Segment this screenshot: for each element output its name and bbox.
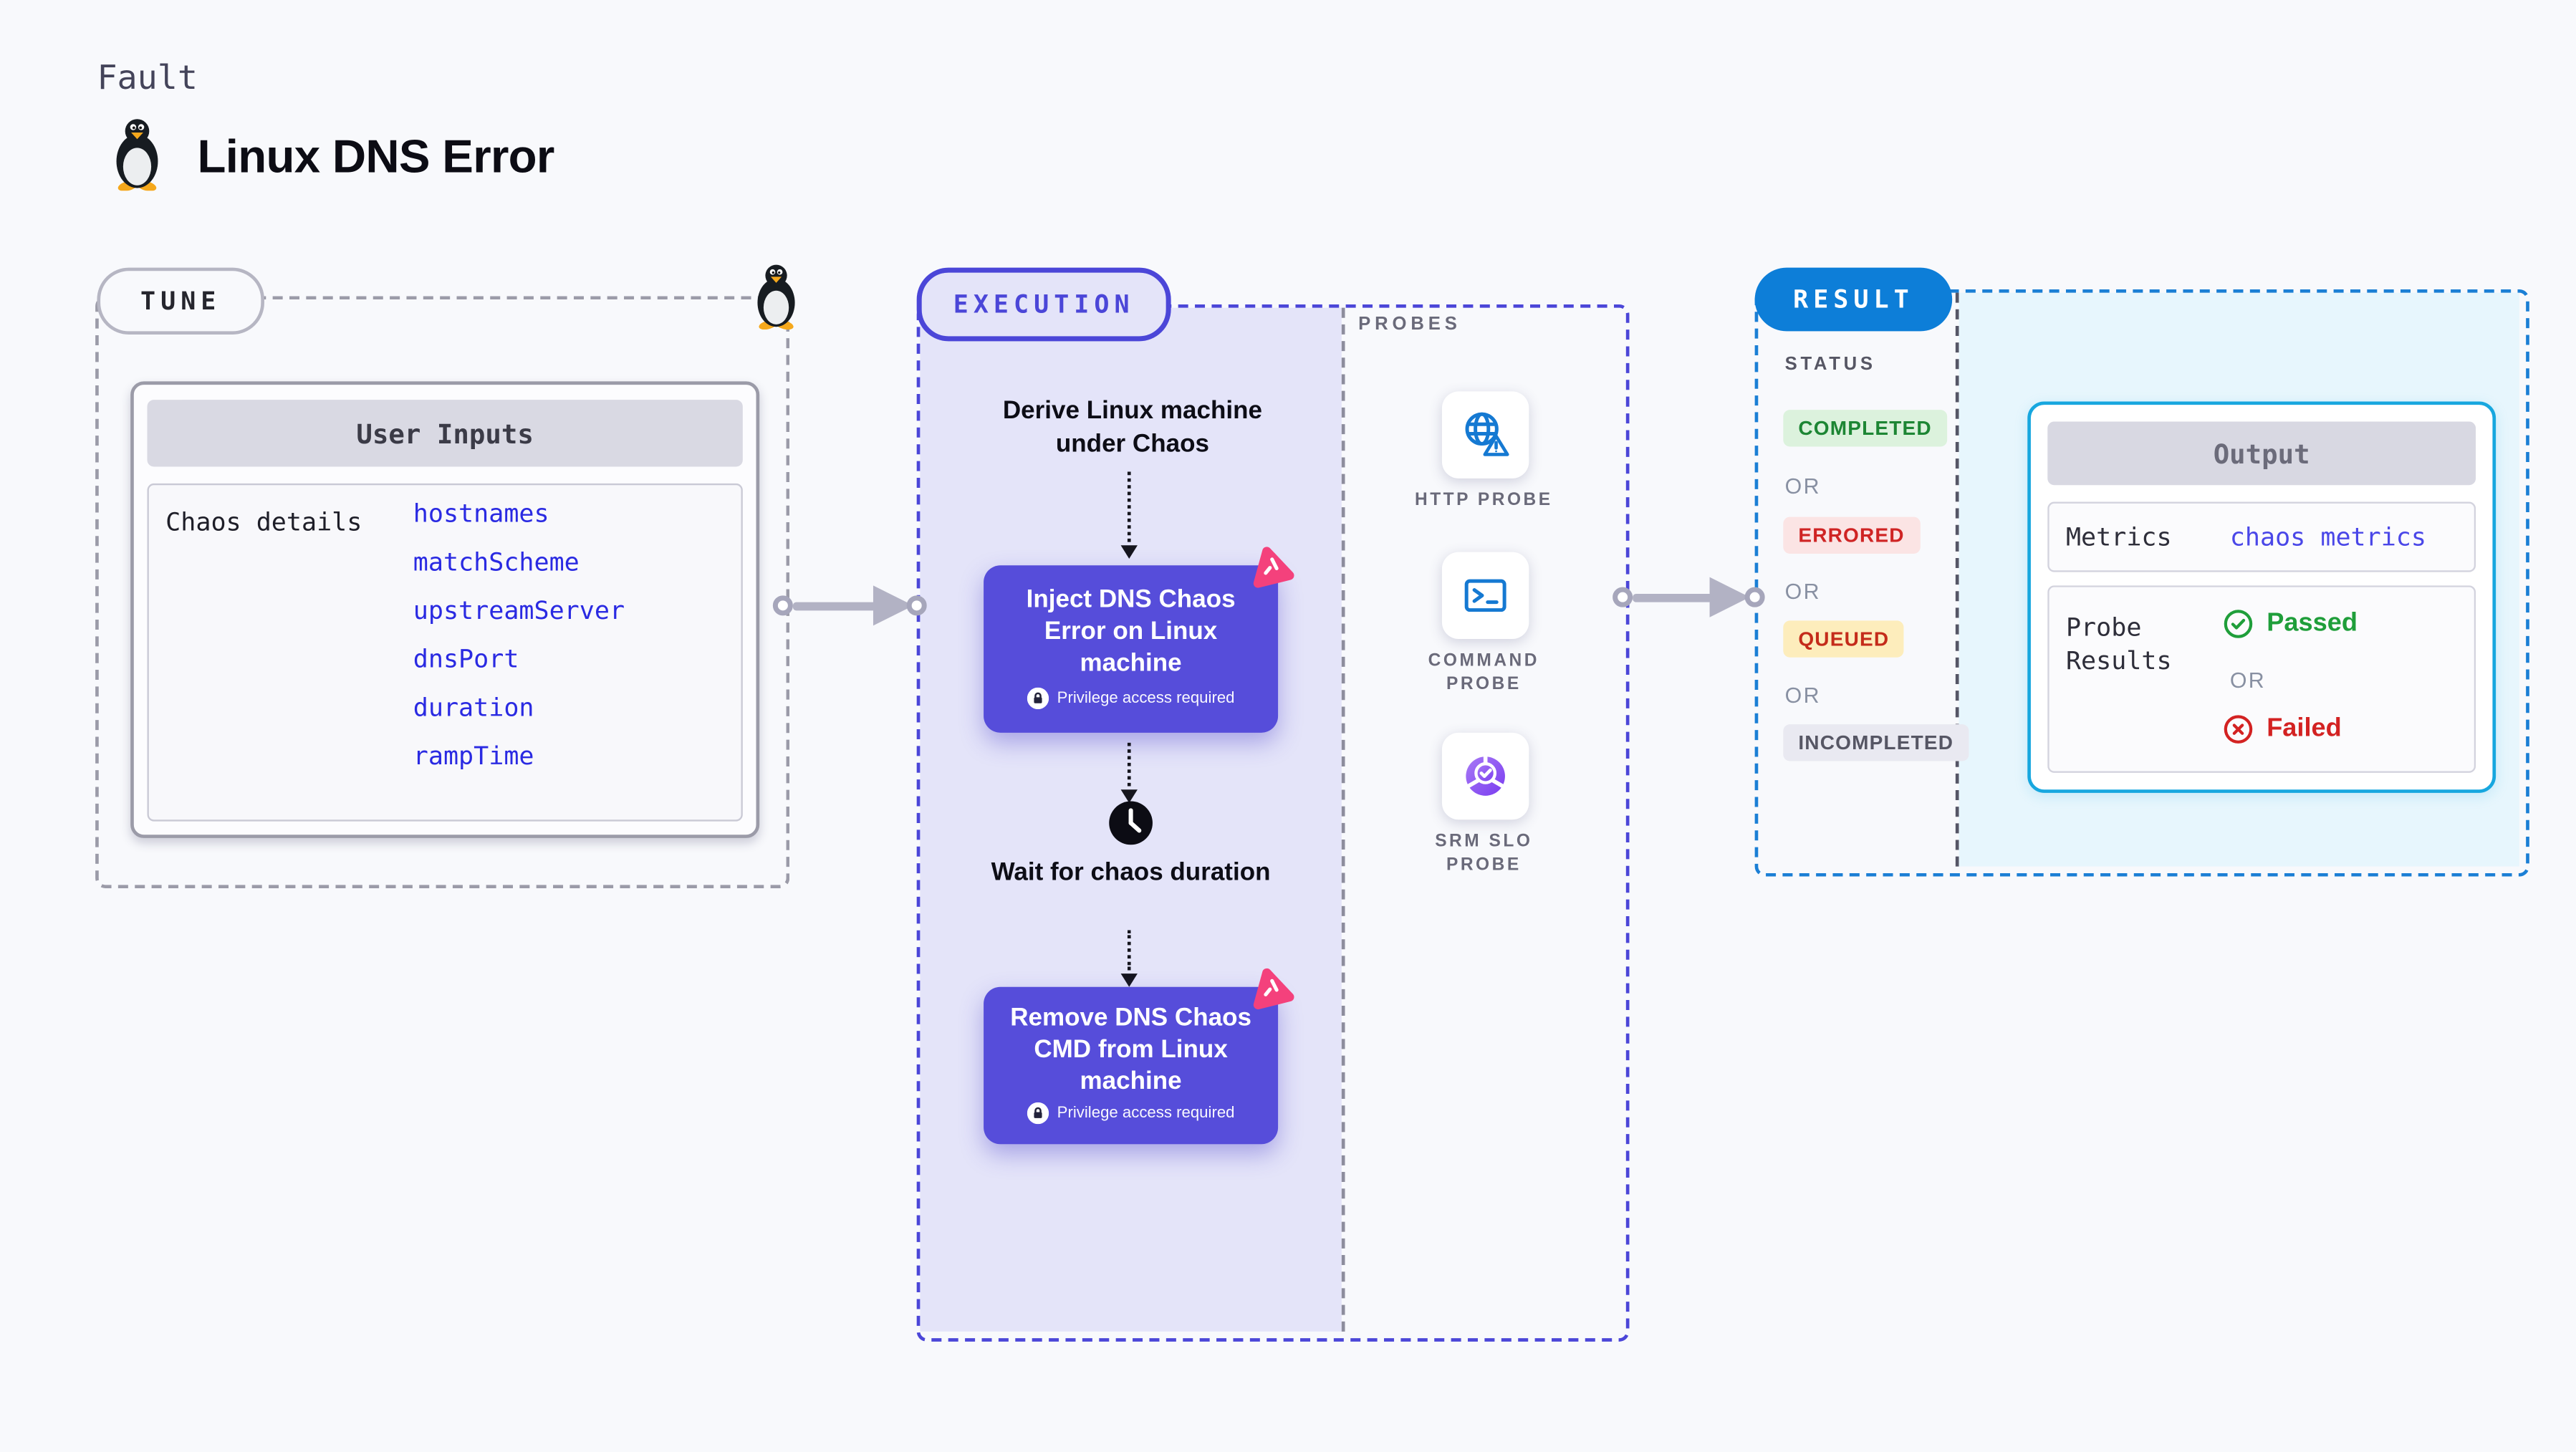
globe-alert-icon [1457,406,1514,463]
output-card: Output Metrics chaos metrics Probe Resul… [2027,401,2496,793]
chaos-metrics-link[interactable]: chaos metrics [2230,522,2426,552]
input-link-matchscheme[interactable]: matchScheme [413,547,580,577]
flow-arrowhead [1120,545,1138,559]
command-probe-card[interactable] [1441,552,1529,640]
wait-clock-icon [1107,799,1154,846]
tux-corner-icon [746,263,806,330]
passed-check-icon [2223,609,2253,639]
or-label: OR [1784,578,1821,605]
passed-label: Passed [2267,609,2358,638]
srm-slo-probe-card[interactable] [1441,732,1529,820]
privilege-note: Privilege access required [1057,689,1235,708]
flow-arrowhead [1120,973,1138,987]
probes-separator [1341,307,1345,1332]
status-badge-queued: QUEUED [1783,620,1905,658]
user-inputs-header: User Inputs [147,400,743,467]
flow-arrow [1127,742,1131,787]
user-inputs-card: User Inputs Chaos details hostnames matc… [130,381,760,838]
http-probe-card[interactable] [1441,391,1529,479]
inject-chaos-step-card[interactable]: Inject DNS Chaos Error on Linux machine … [984,547,1294,733]
or-label: OR [1784,682,1821,708]
privilege-note: Privilege access required [1057,1104,1235,1122]
metrics-label: Metrics [2065,521,2172,552]
status-badge-errored: ERRORED [1783,516,1920,554]
input-link-hostnames[interactable]: hostnames [413,499,549,529]
connector-ring [1744,587,1765,607]
lock-icon [1027,1102,1049,1125]
http-probe-label: HTTP PROBE [1414,490,1553,511]
probe-results-row: Probe Results Passed OR Failed [2047,585,2476,773]
fault-diagram: Fault Linux DNS Error TUNE User Inputs C… [0,0,2576,1452]
step-wait-text: Wait for chaos duration [991,857,1271,887]
metrics-row: Metrics chaos metrics [2047,501,2476,572]
output-header: Output [2047,421,2476,486]
result-badge: RESULT [1754,267,1953,332]
srm-slo-probe-label: SRM SLO PROBE [1435,831,1533,875]
page-title: Linux DNS Error [197,130,555,183]
execution-to-result-arrowhead [1709,577,1750,617]
fault-kind-label: Fault [97,57,198,97]
remove-chaos-step-card[interactable]: Remove DNS Chaos CMD from Linux machine … [984,968,1294,1145]
status-label: STATUS [1784,355,1876,375]
execution-to-result-connector [1633,593,1716,602]
status-badge-incompleted: INCOMPLETED [1783,724,1969,761]
slo-donut-icon [1457,748,1514,804]
command-probe-label: COMMAND PROBE [1428,650,1539,693]
input-link-duration[interactable]: duration [413,693,534,723]
tune-to-execution-connector [792,602,880,611]
tux-penguin-icon [104,117,170,191]
failed-label: Failed [2267,714,2342,743]
flow-arrow [1127,930,1131,971]
connector-ring [772,595,793,616]
flow-arrow [1127,471,1131,542]
remove-chaos-title: Remove DNS Chaos CMD from Linux machine [1010,1004,1251,1096]
probes-label: PROBES [1358,314,1461,335]
connector-ring [906,595,927,616]
execution-badge: EXECUTION [916,267,1171,342]
failed-x-icon [2223,714,2253,744]
result-separator [1955,292,1959,867]
input-link-upstreamserver[interactable]: upstreamServer [413,595,625,625]
inject-chaos-title: Inject DNS Chaos Error on Linux machine [1026,585,1236,678]
or-label: OR [2229,667,2267,693]
tune-badge: TUNE [97,267,264,335]
input-link-ramptime[interactable]: rampTime [413,741,534,771]
lock-icon [1027,687,1049,710]
user-inputs-body: Chaos details hostnames matchScheme upst… [147,483,743,822]
or-label: OR [1784,473,1821,499]
connector-ring [1613,587,1633,607]
status-badge-completed: COMPLETED [1783,410,1947,447]
input-link-dnsport[interactable]: dnsPort [413,644,519,674]
probe-results-label: Probe Results [2065,612,2172,676]
step-derive-text: Derive Linux machine under Chaos [1002,396,1262,458]
terminal-icon [1458,569,1512,622]
chaos-details-label: Chaos details [165,506,362,537]
